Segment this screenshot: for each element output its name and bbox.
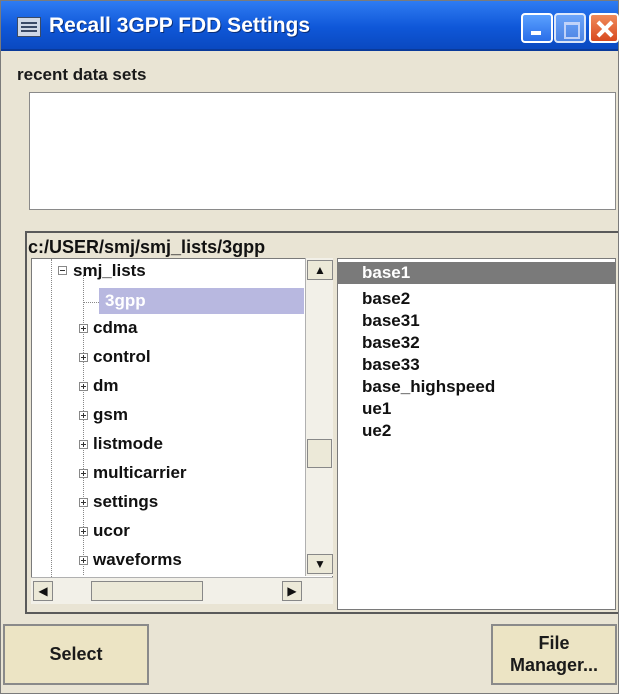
recent-data-sets-list[interactable] bbox=[29, 92, 616, 210]
minimize-icon[interactable] bbox=[521, 13, 553, 43]
expand-icon[interactable] bbox=[79, 353, 88, 362]
file-manager-label-line1: File bbox=[538, 633, 570, 653]
file-manager-label-line2: Manager... bbox=[509, 655, 599, 675]
file-item-base31[interactable]: base31 bbox=[362, 311, 420, 331]
right-arrow-icon[interactable]: ▶ bbox=[282, 581, 302, 601]
file-manager-button[interactable]: File Manager... bbox=[491, 624, 617, 685]
tree-line bbox=[51, 259, 52, 603]
app-icon bbox=[17, 17, 41, 37]
expand-icon[interactable] bbox=[79, 527, 88, 536]
tree-item-listmode[interactable]: listmode bbox=[93, 434, 163, 454]
expand-icon[interactable] bbox=[79, 556, 88, 565]
title-bar[interactable]: Recall 3GPP FDD Settings bbox=[1, 1, 619, 51]
expand-icon[interactable] bbox=[79, 498, 88, 507]
tree-item-ucor[interactable]: ucor bbox=[93, 521, 130, 541]
select-button[interactable]: Select bbox=[3, 624, 149, 685]
file-item-base33[interactable]: base33 bbox=[362, 355, 420, 375]
tree-vertical-scrollbar[interactable]: ▲ ▼ bbox=[305, 258, 333, 576]
file-item-base32[interactable]: base32 bbox=[362, 333, 420, 353]
tree-item-cdma[interactable]: cdma bbox=[93, 318, 137, 338]
maximize-icon[interactable] bbox=[554, 13, 586, 43]
up-arrow-icon[interactable]: ▲ bbox=[307, 260, 333, 280]
collapse-icon[interactable] bbox=[58, 266, 67, 275]
tree-item-3gpp[interactable]: 3gpp bbox=[105, 291, 146, 311]
file-item-base-highspeed[interactable]: base_highspeed bbox=[362, 377, 495, 397]
tree-item-control[interactable]: control bbox=[93, 347, 151, 367]
current-path: c:/USER/smj/smj_lists/3gpp bbox=[28, 237, 266, 257]
tree-item-smj-lists[interactable]: smj_lists bbox=[73, 261, 146, 281]
expand-icon[interactable] bbox=[79, 469, 88, 478]
file-item-base2[interactable]: base2 bbox=[362, 289, 410, 309]
recall-dialog: Recall 3GPP FDD Settings recent data set… bbox=[0, 0, 619, 694]
horizontal-scroll-thumb[interactable] bbox=[91, 581, 203, 601]
close-icon[interactable] bbox=[589, 13, 619, 43]
vertical-scroll-thumb[interactable] bbox=[307, 439, 332, 468]
expand-icon[interactable] bbox=[79, 382, 88, 391]
tree-item-multicarrier[interactable]: multicarrier bbox=[93, 463, 187, 483]
file-list[interactable]: base1 base2 base31 base32 base33 base_hi… bbox=[337, 258, 616, 610]
recent-data-sets-label: recent data sets bbox=[17, 65, 147, 84]
expand-icon[interactable] bbox=[79, 440, 88, 449]
file-item-ue1[interactable]: ue1 bbox=[362, 399, 391, 419]
file-item-base1[interactable]: base1 bbox=[362, 263, 410, 283]
left-arrow-icon[interactable]: ◀ bbox=[33, 581, 53, 601]
tree-item-gsm[interactable]: gsm bbox=[93, 405, 128, 425]
tree-horizontal-scrollbar[interactable]: ◀ ▶ bbox=[31, 577, 333, 604]
expand-icon[interactable] bbox=[79, 411, 88, 420]
window-title: Recall 3GPP FDD Settings bbox=[49, 14, 311, 37]
file-item-ue2[interactable]: ue2 bbox=[362, 421, 391, 441]
tree-item-settings[interactable]: settings bbox=[93, 492, 158, 512]
down-arrow-icon[interactable]: ▼ bbox=[307, 554, 333, 574]
tree-item-dm[interactable]: dm bbox=[93, 376, 119, 396]
expand-icon[interactable] bbox=[79, 324, 88, 333]
tree-item-waveforms[interactable]: waveforms bbox=[93, 550, 182, 570]
